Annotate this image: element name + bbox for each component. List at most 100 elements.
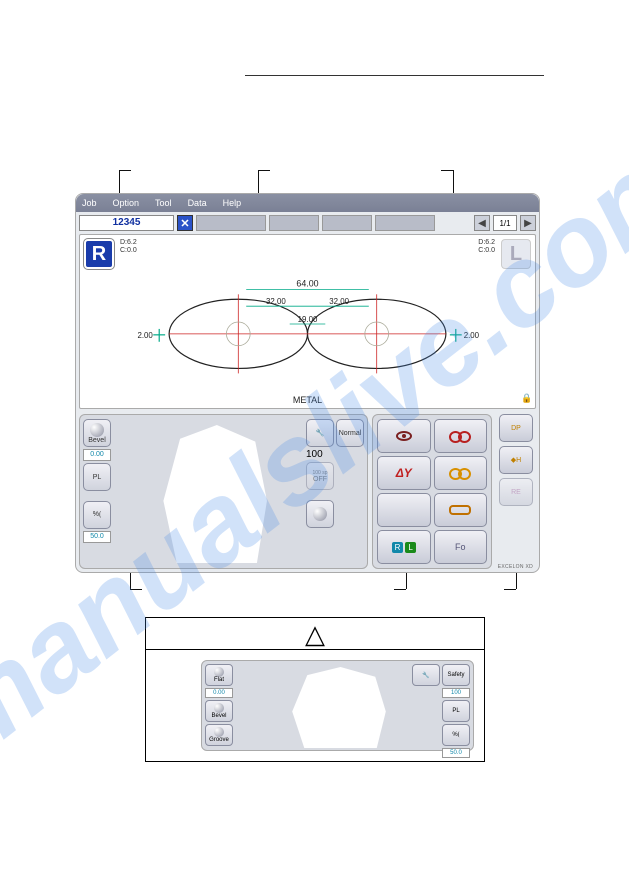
delta-y-icon: ΔY [396,466,412,480]
re-label: RE [511,489,521,496]
opt-rl-button[interactable]: R L [377,530,431,564]
drill-button[interactable]: 🔧 [306,419,334,447]
caution-right-controls: 🔧 Safety 100 PL %⟮ 50.0 [412,664,470,758]
page-indicator: 1/1 [493,215,517,231]
normal-button[interactable]: Normal [336,419,364,447]
menu-job[interactable]: Job [82,198,97,208]
percent-value[interactable]: 50.0 [83,531,111,543]
drill-icon: 🔧 [422,672,429,679]
normal-label: Normal [339,430,362,437]
percent-button[interactable]: %⟮ [83,501,111,529]
close-icon: ✕ [180,217,189,230]
pl-label: PL [93,474,102,481]
pl-button-mini[interactable]: PL [442,700,470,722]
flat-icon [214,667,224,677]
flat-value[interactable]: 0.00 [205,688,233,698]
dim-edge-l: 2.00 [137,331,153,340]
opt-blank-button[interactable] [377,493,431,527]
side-panel: DP ◆ H RE [496,414,536,569]
bevel-label: Bevel [88,437,106,444]
bevel-button-mini[interactable]: Bevel [205,700,233,722]
r-icon: R [392,542,404,553]
percent-button-mini[interactable]: %⟮ [442,724,470,746]
fo-label: Fo [455,542,466,552]
polish-button[interactable] [306,500,334,528]
menu-tool[interactable]: Tool [155,198,172,208]
glasses-yellow-icon [449,468,471,478]
dp-button[interactable]: DP [499,414,533,442]
clear-job-button[interactable]: ✕ [177,215,193,231]
opt-glasses-red-button[interactable] [434,419,488,453]
h-label: H [516,457,521,464]
page-prev-button[interactable]: ◀ [474,215,490,231]
pl-button[interactable]: PL [83,463,111,491]
chevron-left-icon: ◀ [478,218,486,229]
job-row: 12345 ✕ ◀ 1/1 ▶ [76,212,539,234]
percent-icon: %⟮ [93,511,102,519]
bevel-icon [214,703,224,713]
speed-off-button[interactable]: 100 sp OFF [306,462,334,490]
lower-section: Bevel 0.00 PL %⟮ 50.0 🔧 Normal 100 [79,414,536,569]
dim-half-r: 32.00 [329,297,349,306]
dim-bridge: 19.00 [298,315,318,324]
warning-icon: △ [305,621,325,647]
opt-dy-button[interactable]: ΔY [377,456,431,490]
goggle-icon [449,505,471,515]
empty-slot[interactable] [375,215,435,231]
empty-slot[interactable] [196,215,266,231]
caution-header: △ [146,618,484,650]
dim-total: 64.00 [296,278,318,288]
bevel-button[interactable]: Bevel [83,419,111,447]
empty-slot[interactable] [322,215,372,231]
job-number-input[interactable]: 12345 [79,215,174,231]
re-button[interactable]: RE [499,478,533,506]
h-button[interactable]: ◆ H [499,446,533,474]
drill-icon: 🔧 [316,429,325,437]
speed-value-mini[interactable]: 100 [442,688,470,698]
l-icon: L [405,542,415,553]
opt-eye-button[interactable] [377,419,431,453]
bevel-profile [262,667,413,748]
groove-label: Groove [209,737,229,743]
bevel-left-controls: Bevel 0.00 PL %⟮ 50.0 [83,419,111,543]
flat-button[interactable]: Flat [205,664,233,686]
opt-goggle-button[interactable] [434,493,488,527]
percent-icon: %⟮ [452,732,459,739]
caution-left-controls: Flat 0.00 Bevel Groove [205,664,233,746]
groove-button[interactable]: Groove [205,724,233,746]
chevron-right-icon: ▶ [524,218,532,229]
polish-icon [313,507,327,521]
callout-line [441,170,453,171]
safety-button[interactable]: Safety [442,664,470,686]
device-panel: Job Option Tool Data Help 12345 ✕ ◀ 1/1 … [75,193,540,573]
dp-label: DP [511,425,521,432]
drill-button-mini[interactable]: 🔧 [412,664,440,686]
callout-line [394,589,406,590]
empty-slot[interactable] [269,215,319,231]
menu-data[interactable]: Data [188,198,207,208]
bevel-icon [90,423,104,437]
menu-help[interactable]: Help [223,198,242,208]
safety-label: Safety [447,672,464,678]
page-next-button[interactable]: ▶ [520,215,536,231]
percent-value-mini[interactable]: 50.0 [442,748,470,758]
speed-value[interactable]: 100 [306,449,323,460]
eye-icon [396,431,412,441]
pl-label: PL [452,708,459,714]
options-panel: ΔY R L Fo [372,414,492,569]
caution-box: △ Flat 0.00 Bevel Groove [145,617,485,762]
menu-option[interactable]: Option [113,198,140,208]
dim-edge-r: 2.00 [464,331,480,340]
callout-line [119,170,131,171]
opt-glasses-yellow-button[interactable] [434,456,488,490]
menu-bar: Job Option Tool Data Help [76,194,539,212]
bevel-label: Bevel [211,713,226,719]
callout-line [258,170,270,171]
lens-diagram: 64.00 32.00 32.00 19.00 2.00 2.00 [80,235,535,408]
bevel-value[interactable]: 0.00 [83,449,111,461]
brand-label: EXCELON XD [498,564,533,570]
groove-icon [214,727,224,737]
bevel-right-controls: 🔧 Normal 100 100 sp OFF [306,419,364,528]
frame-type-label: METAL [293,395,322,405]
opt-fo-button[interactable]: Fo [434,530,488,564]
